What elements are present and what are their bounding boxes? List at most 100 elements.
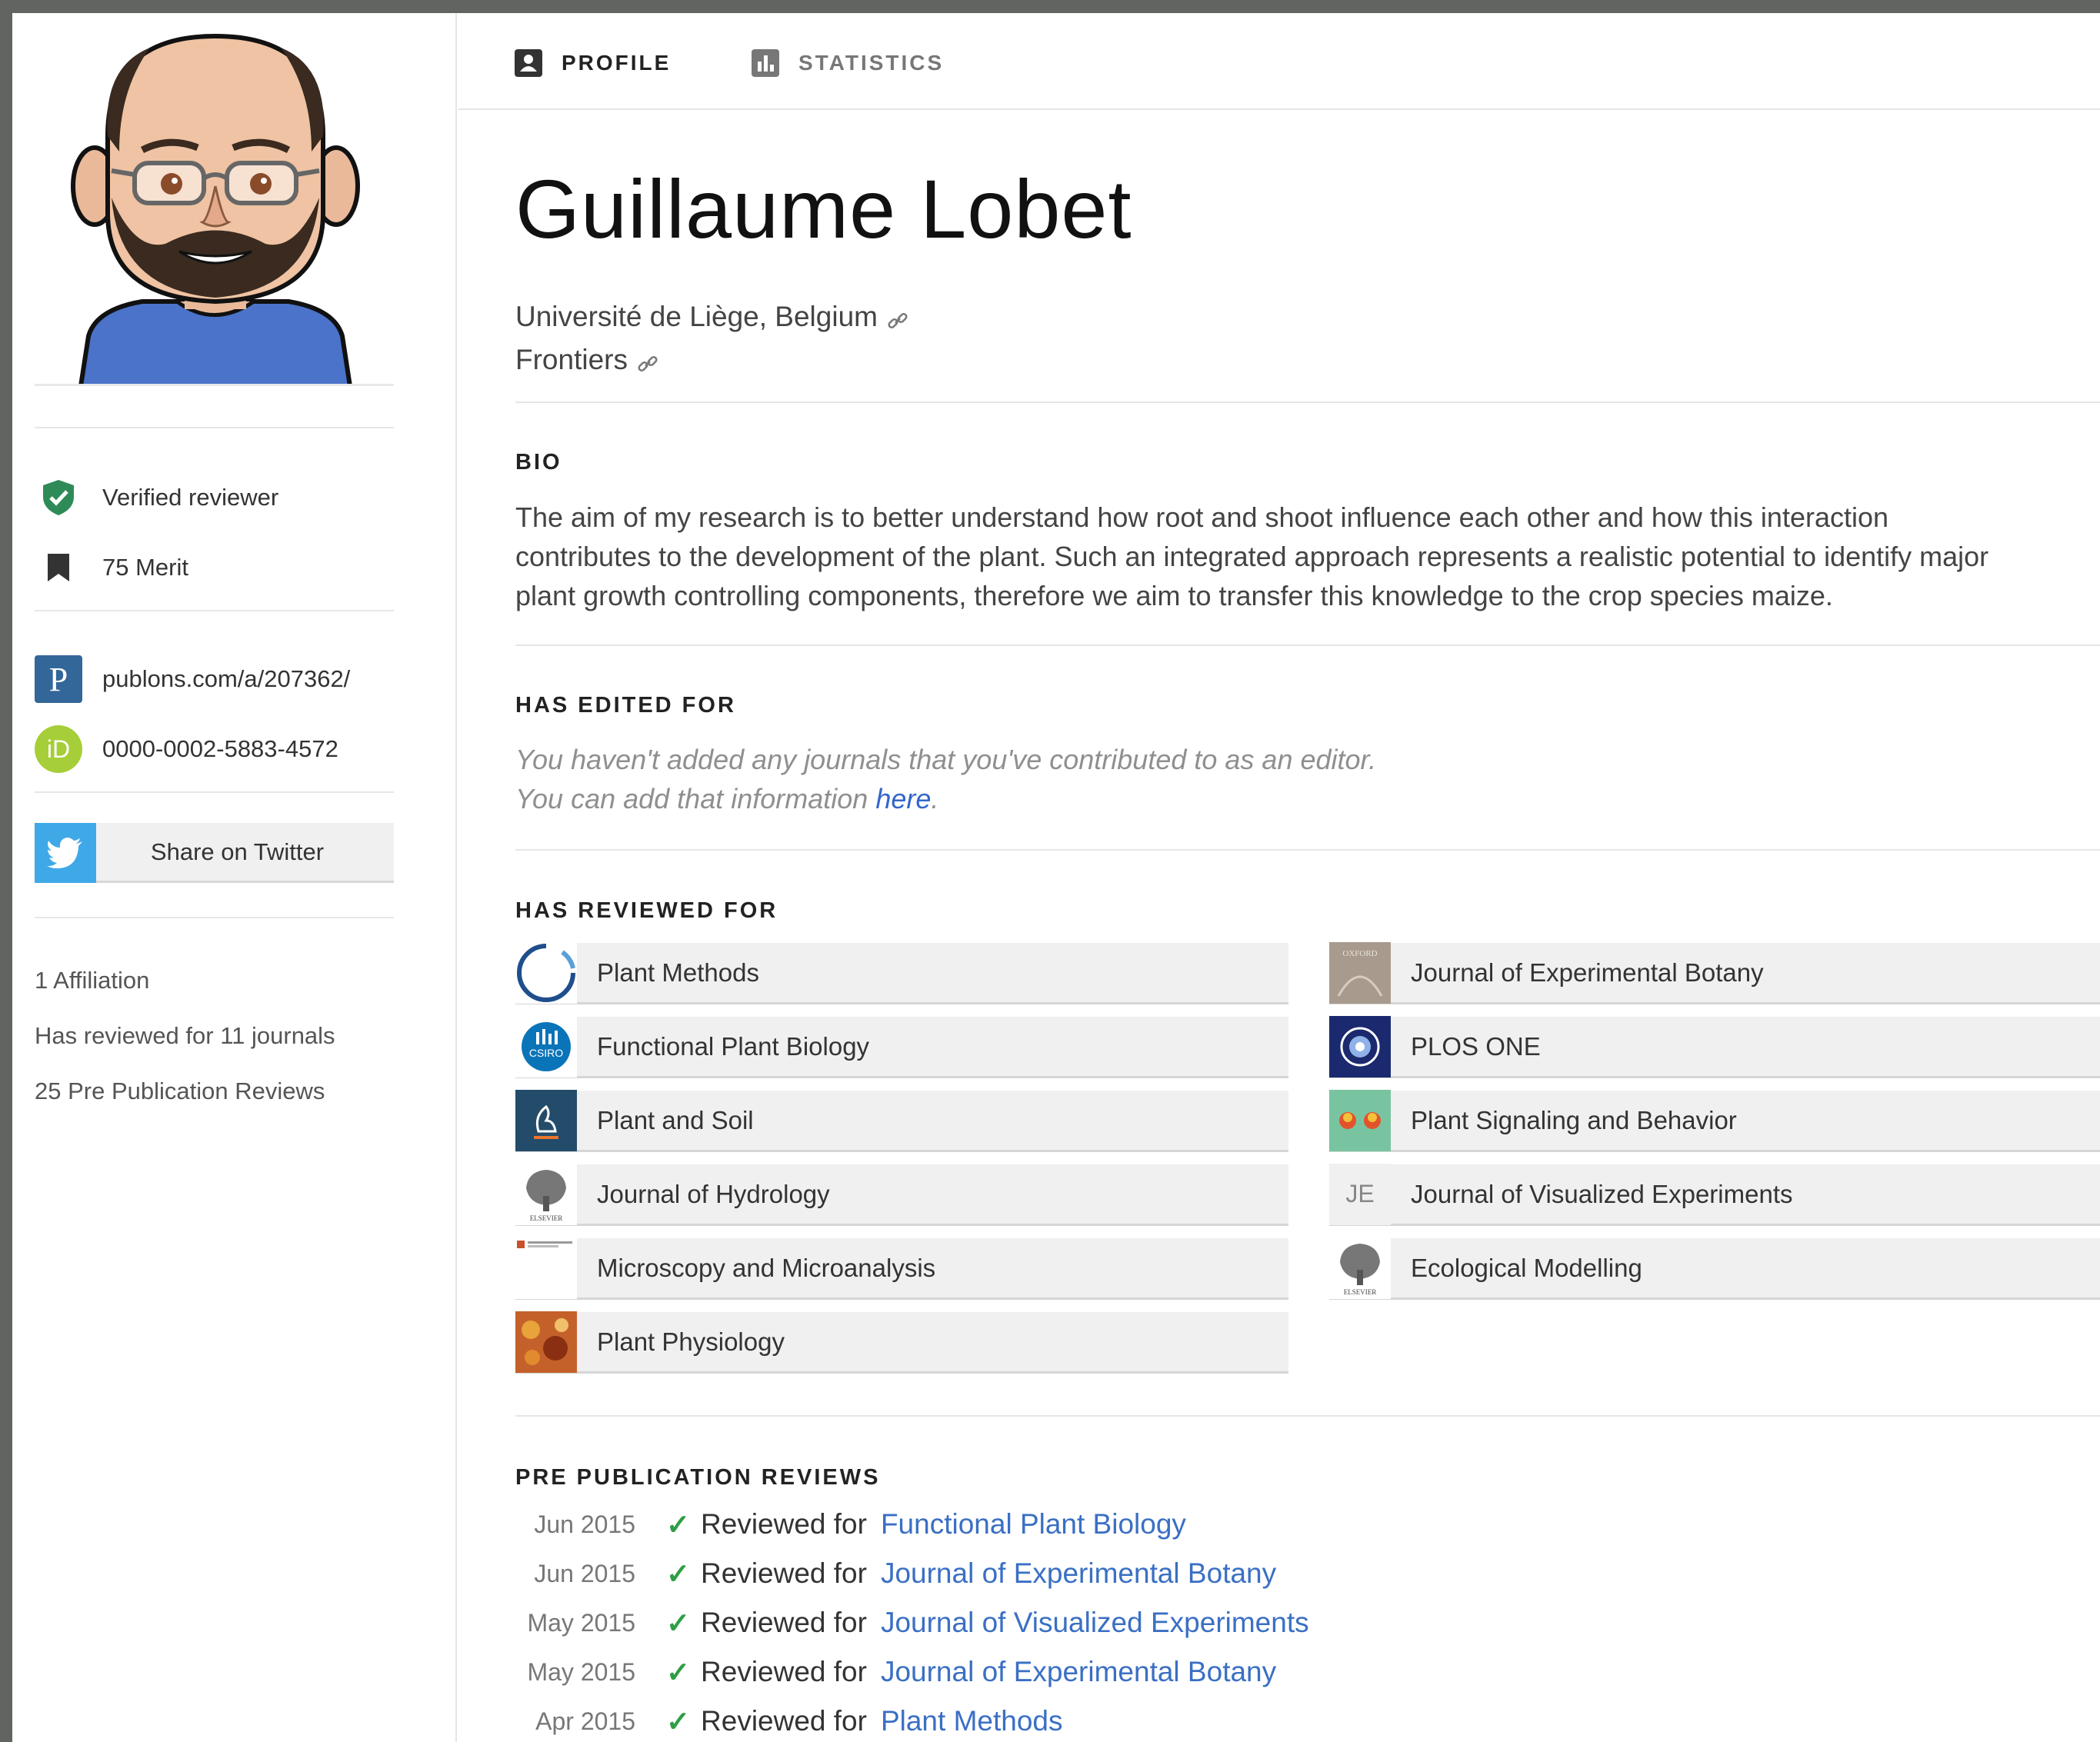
edited-heading: HAS EDITED FOR — [515, 693, 736, 718]
affiliation-label[interactable]: Université de Liège, Belgium — [515, 301, 878, 333]
review-date: Jun 2015 — [534, 1510, 635, 1538]
merit-label: 75 Merit — [102, 554, 188, 581]
check-icon: ✓ — [666, 1508, 691, 1540]
journal-card[interactable]: Plant Signaling and Behavior — [1329, 1089, 2100, 1152]
journal-name: Plant Signaling and Behavior — [1411, 1105, 1737, 1134]
divider — [515, 1415, 2100, 1417]
shield-check-icon — [35, 474, 82, 521]
id-card-icon — [514, 48, 543, 78]
review-date: May 2015 — [527, 1657, 635, 1686]
journal-name: Plant and Soil — [597, 1105, 754, 1134]
divider — [35, 427, 394, 428]
verified-reviewer-label: Verified reviewer — [102, 484, 279, 511]
journal-name: Journal of Experimental Botany — [1411, 958, 1764, 987]
publons-link[interactable]: P publons.com/a/207362/ — [35, 654, 435, 704]
review-date: Jun 2015 — [534, 1559, 635, 1587]
avatar — [35, 21, 394, 386]
orcid-link[interactable]: iD 0000-0002-5883-4572 — [35, 724, 435, 774]
bio-text: The aim of my research is to better unde… — [515, 501, 1989, 611]
link-icon — [887, 306, 908, 329]
orcid-logo-icon: iD — [35, 725, 82, 773]
edited-add-link[interactable]: here — [875, 783, 931, 814]
review-date: Apr 2015 — [535, 1707, 635, 1735]
check-icon: ✓ — [666, 1705, 691, 1737]
tab-profile-label: PROFILE — [562, 51, 672, 75]
review-journal-link[interactable]: Journal of Experimental Botany — [881, 1656, 1276, 1688]
share-twitter-button[interactable]: Share on Twitter — [35, 823, 394, 883]
elsevier-logo-text: ELSEVIER — [1344, 1288, 1377, 1296]
review-prefix: Reviewed for — [701, 1607, 867, 1638]
journal-name: Plant Methods — [597, 958, 759, 987]
elsevier-logo-icon: ELSEVIER — [515, 1163, 577, 1225]
edited-add-hint: You can add that information here. — [515, 783, 938, 815]
tab-statistics-label: STATISTICS — [798, 51, 945, 75]
journal-name: Ecological Modelling — [1411, 1253, 1642, 1282]
journal-name: Journal of Hydrology — [597, 1179, 830, 1208]
profile-name: Guillaume Lobet — [515, 162, 1132, 255]
edited-add-suffix: . — [931, 783, 939, 814]
tab-statistics[interactable]: STATISTICS — [751, 48, 944, 78]
journal-card[interactable]: Plant Methods — [515, 941, 1288, 1004]
verified-reviewer: Verified reviewer — [35, 473, 435, 522]
plant-physiology-logo-icon — [515, 1311, 577, 1373]
review-journal-link[interactable]: Plant Methods — [881, 1705, 1063, 1737]
link-icon — [637, 349, 658, 372]
journal-card[interactable]: ELSEVIER Journal of Hydrology — [515, 1163, 1288, 1226]
review-item: Jun 2015 ✓ Reviewed for Journal of Exper… — [515, 1554, 1276, 1593]
affiliation-item[interactable]: Université de Liège, Belgium — [515, 301, 908, 333]
oxford-logo-text: OXFORD — [1342, 949, 1377, 958]
plant-and-soil-logo-icon — [515, 1089, 577, 1151]
affiliation-label[interactable]: Frontiers — [515, 344, 628, 376]
reviewed-count: Has reviewed for 11 journals — [35, 1022, 335, 1049]
review-prefix: Reviewed for — [701, 1656, 867, 1687]
plant-methods-logo-icon — [515, 941, 577, 1004]
publons-url[interactable]: publons.com/a/207362/ — [102, 665, 350, 693]
bio-heading: BIO — [515, 450, 562, 475]
csiro-logo-text: CSIRO — [529, 1047, 563, 1059]
journal-card[interactable]: Plant and Soil — [515, 1089, 1288, 1152]
review-item: May 2015 ✓ Reviewed for Journal of Exper… — [515, 1653, 1276, 1691]
review-journal-link[interactable]: Journal of Visualized Experiments — [881, 1607, 1309, 1639]
merit: 75 Merit — [35, 543, 435, 592]
journal-card[interactable]: PLOS ONE — [1329, 1015, 2100, 1078]
tab-profile[interactable]: PROFILE — [514, 48, 671, 78]
twitter-bird-icon — [35, 823, 96, 883]
review-item: May 2015 ✓ Reviewed for Journal of Visua… — [515, 1604, 1309, 1642]
csiro-logo-icon: CSIRO — [515, 1015, 577, 1078]
review-journal-link[interactable]: Journal of Experimental Botany — [881, 1557, 1276, 1590]
plos-one-logo-icon — [1329, 1015, 1391, 1078]
review-journal-link[interactable]: Functional Plant Biology — [881, 1508, 1186, 1540]
journal-name: PLOS ONE — [1411, 1031, 1541, 1061]
cambridge-logo-icon — [515, 1237, 577, 1299]
journal-card[interactable]: Microscopy and Microanalysis — [515, 1237, 1288, 1300]
review-prefix: Reviewed for — [701, 1508, 867, 1540]
orcid-id[interactable]: 0000-0002-5883-4572 — [102, 735, 338, 763]
divider — [515, 645, 2100, 646]
journal-name: Journal of Visualized Experiments — [1411, 1179, 1793, 1208]
plant-signaling-logo-icon — [1329, 1089, 1391, 1151]
divider — [35, 917, 394, 918]
journal-card[interactable]: ELSEVIER Ecological Modelling — [1329, 1237, 2100, 1300]
edited-add-prefix: You can add that information — [515, 783, 876, 814]
divider — [35, 610, 394, 611]
bookmark-icon — [35, 544, 82, 591]
bar-chart-icon — [751, 48, 780, 78]
page-frame: Verified reviewer 75 Merit P publons.com… — [12, 13, 2100, 1742]
check-icon: ✓ — [666, 1607, 691, 1639]
tab-bar: PROFILE STATISTICS — [458, 13, 2100, 110]
main-content: PROFILE STATISTICS Guillaume Lobet Unive… — [458, 13, 2100, 1742]
journal-card[interactable]: CSIRO Functional Plant Biology — [515, 1015, 1288, 1078]
journal-card[interactable]: OXFORD Journal of Experimental Botany — [1329, 941, 2100, 1004]
prepub-heading: PRE PUBLICATION REVIEWS — [515, 1465, 881, 1490]
reviewed-heading: HAS REVIEWED FOR — [515, 898, 778, 923]
divider — [35, 791, 394, 793]
check-icon: ✓ — [666, 1557, 691, 1590]
review-item: Jun 2015 ✓ Reviewed for Functional Plant… — [515, 1505, 1186, 1544]
affiliation-item[interactable]: Frontiers — [515, 344, 658, 376]
oxford-logo-icon: OXFORD — [1329, 941, 1391, 1004]
journal-card[interactable]: Plant Physiology — [515, 1311, 1288, 1374]
publons-logo-icon: P — [35, 655, 82, 703]
journal-card[interactable]: JE Journal of Visualized Experiments — [1329, 1163, 2100, 1226]
elsevier-logo-text: ELSEVIER — [530, 1214, 563, 1222]
prepub-count: 25 Pre Publication Reviews — [35, 1078, 325, 1104]
